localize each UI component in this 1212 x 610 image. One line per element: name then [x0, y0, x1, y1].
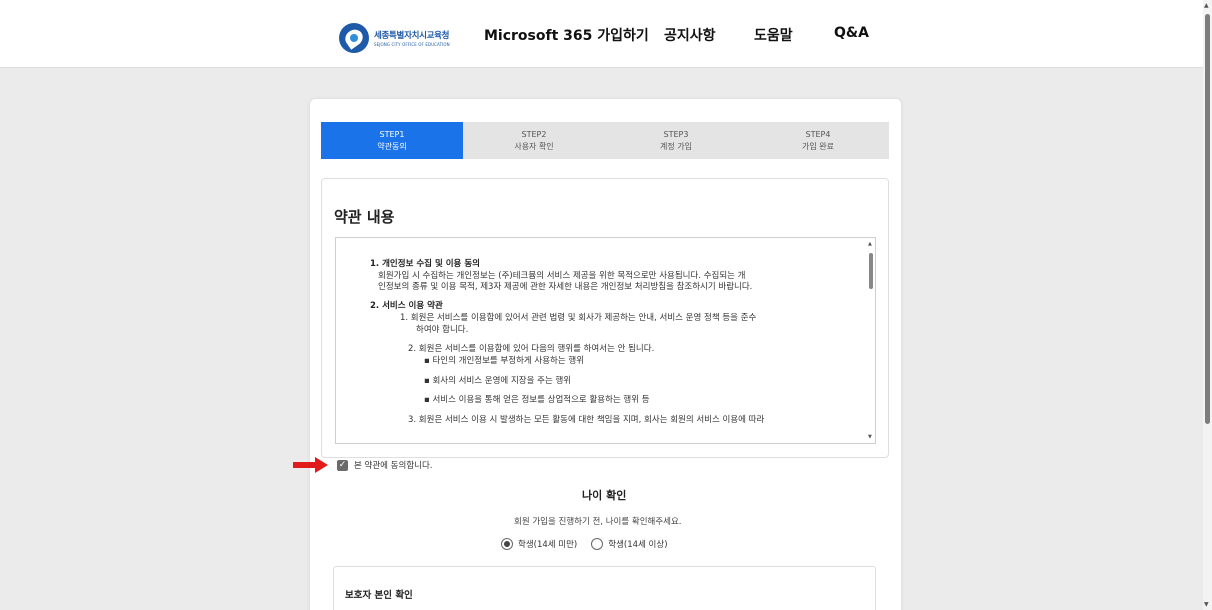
terms-bullet: ▪ 타인의 개인정보를 부정하게 사용하는 행위 [424, 355, 585, 366]
annotation-arrow-icon [293, 457, 331, 473]
step-3: STEP3 계정 가입 [605, 122, 747, 159]
age-under-14-label[interactable]: 학생(14세 미만) [518, 538, 577, 550]
scroll-down-arrow-icon[interactable]: ▼ [1204, 601, 1209, 608]
logo-mark-icon [339, 23, 369, 53]
terms-section-1-line-1: 회원가입 시 수집하는 개인정보는 (주)테크뮴의 서비스 제공을 위한 목적으… [378, 270, 746, 281]
terms-scroll-down-icon[interactable]: ▼ [868, 434, 872, 440]
agree-checkbox[interactable]: ✓ [337, 459, 348, 471]
step-2-label: 사용자 확인 [514, 141, 554, 151]
page-scrollbar-thumb[interactable] [1205, 14, 1210, 424]
sejong-education-logo[interactable]: 세종특별자치시교육청 SEJONG CITY OFFICE OF EDUCATI… [339, 23, 450, 53]
agree-label[interactable]: 본 약관에 동의합니다. [354, 459, 433, 471]
step-1-label: 약관동의 [377, 141, 407, 151]
terms-content: 1. 개인정보 수집 및 이용 동의 회원가입 시 수집하는 개인정보는 (주)… [370, 259, 860, 427]
age-check-description: 회원 가입을 진행하기 전, 나이를 확인해주세요. [514, 517, 682, 527]
terms-title: 약관 내용 [334, 208, 395, 226]
step-1-number: STEP1 [379, 129, 405, 139]
terms-section-2-item-2: 2. 회원은 서비스를 이용함에 있어 다음의 행위를 하여서는 안 됩니다. [408, 344, 655, 355]
step-2: STEP2 사용자 확인 [463, 122, 605, 159]
guardian-section [333, 566, 876, 610]
age-check-title: 나이 확인 [582, 489, 627, 502]
logo-text: 세종특별자치시교육청 SEJONG CITY OFFICE OF EDUCATI… [374, 29, 450, 47]
scroll-up-arrow-icon[interactable]: ▲ [1204, 2, 1209, 9]
terms-section-1-title: 1. 개인정보 수집 및 이용 동의 [370, 259, 480, 269]
terms-bullet: ▪ 서비스 이용을 통해 얻은 정보를 상업적으로 활용하는 행위 등 [424, 395, 650, 406]
terms-scrollbar-thumb[interactable] [869, 253, 873, 289]
step-3-label: 계정 가입 [660, 141, 692, 151]
step-4: STEP4 가입 완료 [747, 122, 889, 159]
terms-scroll-area[interactable]: 1. 개인정보 수집 및 이용 동의 회원가입 시 수집하는 개인정보는 (주)… [335, 237, 876, 444]
terms-scroll-up-icon[interactable]: ▲ [868, 241, 872, 247]
step-2-number: STEP2 [521, 129, 547, 139]
step-4-number: STEP4 [805, 129, 831, 139]
terms-section-2-title: 2. 서비스 이용 약관 [370, 301, 443, 312]
step-3-number: STEP3 [663, 129, 689, 139]
terms-section-1-line-2: 인정보의 종류 및 이용 목적, 제3자 제공에 관한 자세한 내용은 개인정보… [378, 282, 753, 293]
step-1: STEP1 약관동의 [321, 122, 463, 159]
logo-name-ko: 세종특별자치시교육청 [374, 31, 450, 41]
step-4-label: 가입 완료 [802, 141, 834, 151]
terms-bullet-text: 서비스 이용을 통해 얻은 정보를 상업적으로 활용하는 행위 등 [432, 395, 650, 406]
nav-notice[interactable]: 공지사항 [664, 25, 716, 45]
logo-name-en: SEJONG CITY OFFICE OF EDUCATION [374, 42, 450, 47]
page-scrollbar[interactable]: ▲ ▼ [1203, 0, 1212, 610]
nav-help[interactable]: 도움말 [754, 25, 793, 45]
terms-bullet: ▪ 회사의 서비스 운영에 지장을 주는 행위 [424, 375, 572, 386]
age-under-14-radio[interactable] [501, 538, 513, 550]
terms-bullet-text: 타인의 개인정보를 부정하게 사용하는 행위 [432, 355, 585, 366]
terms-section-2-item-1-line-2: 하여야 합니다. [416, 324, 469, 335]
nav-microsoft365-signup[interactable]: Microsoft 365 가입하기 [484, 25, 649, 45]
agree-terms-row[interactable]: ✓ 본 약관에 동의합니다. [337, 459, 433, 471]
terms-scrollbar[interactable]: ▲ ▼ [866, 238, 875, 443]
site-header: 세종특별자치시교육청 SEJONG CITY OFFICE OF EDUCATI… [0, 0, 1203, 68]
terms-bullet-text: 회사의 서비스 운영에 지장을 주는 행위 [432, 375, 572, 386]
nav-qna[interactable]: Q&A [834, 25, 869, 41]
age-radio-group: 학생(14세 미만) 학생(14세 이상) [501, 538, 682, 550]
step-progress: STEP1 약관동의 STEP2 사용자 확인 STEP3 계정 가입 STEP… [321, 122, 889, 159]
guardian-title: 보호자 본인 확인 [345, 590, 413, 601]
age-14-plus-label[interactable]: 학생(14세 이상) [608, 538, 667, 550]
terms-section-2-item-3: 3. 회원은 서비스 이용 시 발생하는 모든 활동에 대한 책임을 지며, 회… [408, 415, 765, 426]
age-14-plus-radio[interactable] [591, 538, 604, 550]
terms-section-2-item-1-line-1: 1. 회원은 서비스를 이용함에 있어서 관련 법령 및 회사가 제공하는 안내… [400, 312, 757, 323]
